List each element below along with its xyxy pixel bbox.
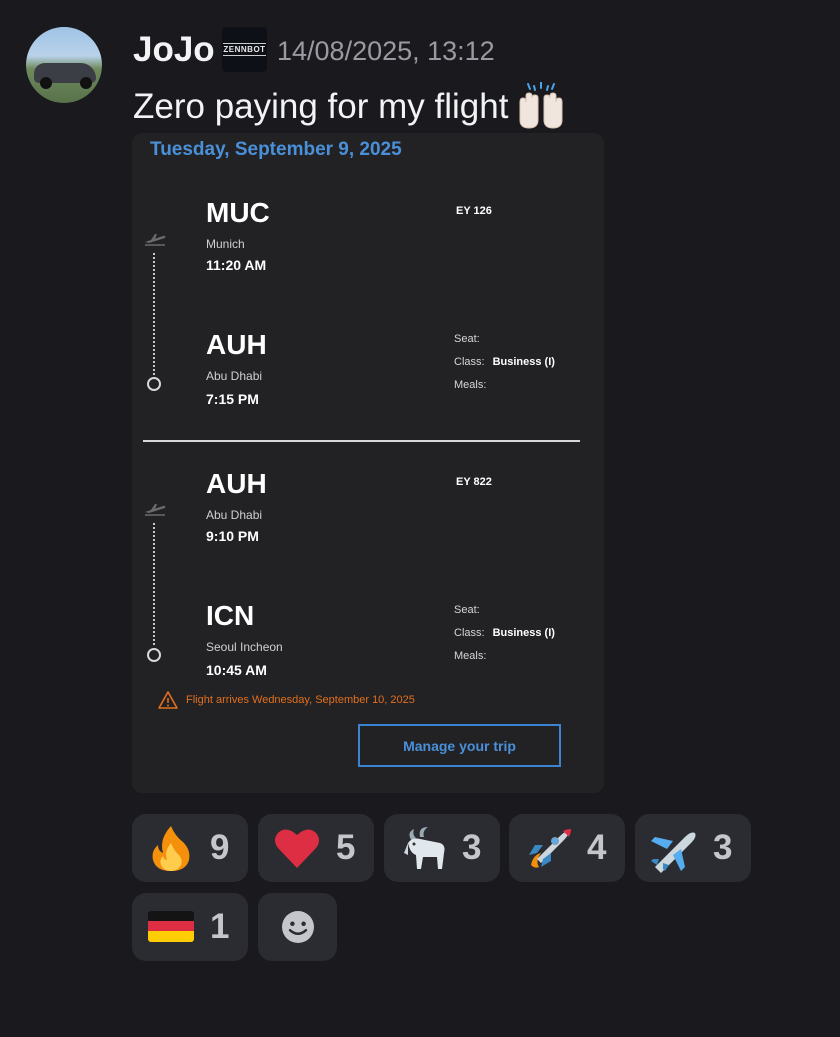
warning-text: Flight arrives Wednesday, September 10, …	[186, 694, 415, 706]
arrival-marker-icon	[147, 377, 161, 391]
meals-info: Meals:	[454, 379, 486, 391]
reaction-airplane[interactable]: 3	[635, 814, 751, 882]
message-content: Zero paying for my flight	[133, 82, 566, 132]
flight-itinerary-card: Tuesday, September 9, 2025 MUC Munich 11…	[132, 133, 604, 793]
airplane-takeoff-icon	[145, 504, 166, 516]
arrival-time: 10:45 AM	[206, 662, 267, 678]
rocket-icon	[529, 829, 571, 868]
arrival-warning: Flight arrives Wednesday, September 10, …	[158, 691, 415, 709]
departure-code: AUH	[206, 468, 267, 499]
arrival-time: 7:15 PM	[206, 391, 259, 407]
leg-divider	[143, 440, 580, 442]
airplane-icon	[651, 832, 696, 873]
route-line	[153, 523, 155, 645]
arrival-marker-icon	[147, 648, 161, 662]
reaction-count: 4	[587, 828, 607, 867]
class-label: Class:	[454, 627, 485, 639]
add-reaction-icon	[281, 911, 314, 943]
seat-info: Seat:	[454, 604, 480, 616]
add-reaction-button[interactable]	[258, 893, 337, 961]
arrival-city: Seoul Incheon	[206, 640, 283, 654]
reaction-goat[interactable]: 3	[384, 814, 500, 882]
class-info: Class: Business (I)	[454, 627, 555, 639]
message-text: Zero paying for my flight	[133, 87, 509, 126]
reaction-fire[interactable]: 9	[132, 814, 248, 882]
reaction-count: 3	[713, 828, 733, 867]
arrival-code: AUH	[206, 329, 267, 360]
meals-label: Meals:	[454, 650, 487, 662]
badge-text: ZENNBOT	[223, 43, 266, 56]
route-line	[153, 253, 155, 375]
flight-number: EY 126	[456, 205, 492, 217]
reaction-germany-flag[interactable]: 1	[132, 893, 248, 961]
server-tag-badge[interactable]: ZENNBOT	[222, 27, 267, 72]
germany-flag-icon	[148, 911, 194, 942]
warning-icon	[158, 691, 178, 709]
meals-info: Meals:	[454, 650, 486, 662]
reaction-count: 3	[462, 828, 482, 867]
seat-label: Seat:	[454, 604, 480, 616]
arrival-city: Abu Dhabi	[206, 369, 263, 383]
flight-number: EY 822	[456, 476, 492, 488]
class-label: Class:	[454, 356, 485, 368]
author-name[interactable]: JoJo	[133, 30, 215, 70]
departure-time: 9:10 PM	[206, 528, 259, 544]
reaction-count: 5	[336, 828, 356, 867]
fire-icon	[152, 826, 190, 871]
goat-icon	[404, 827, 445, 869]
class-value: Business (I)	[492, 356, 555, 368]
meals-label: Meals:	[454, 379, 487, 391]
manage-trip-button[interactable]: Manage your trip	[358, 724, 561, 767]
departure-time: 11:20 AM	[206, 257, 267, 273]
heart-icon	[275, 829, 319, 868]
reaction-count: 1	[210, 907, 230, 946]
departure-city: Abu Dhabi	[206, 508, 263, 522]
seat-info: Seat:	[454, 333, 480, 345]
seat-label: Seat:	[454, 333, 480, 345]
reaction-rocket[interactable]: 4	[509, 814, 625, 882]
raising-hands-emoji-icon	[519, 82, 563, 129]
message-timestamp: 14/08/2025, 13:12	[277, 36, 495, 66]
reaction-heart[interactable]: 5	[258, 814, 374, 882]
class-value: Business (I)	[492, 627, 555, 639]
class-info: Class: Business (I)	[454, 356, 555, 368]
arrival-code: ICN	[206, 600, 255, 631]
airplane-takeoff-icon	[145, 234, 166, 246]
itinerary-date: Tuesday, September 9, 2025	[150, 139, 402, 160]
avatar[interactable]	[26, 27, 102, 103]
departure-code: MUC	[206, 197, 270, 228]
reaction-count: 9	[210, 828, 230, 867]
departure-city: Munich	[206, 237, 245, 251]
